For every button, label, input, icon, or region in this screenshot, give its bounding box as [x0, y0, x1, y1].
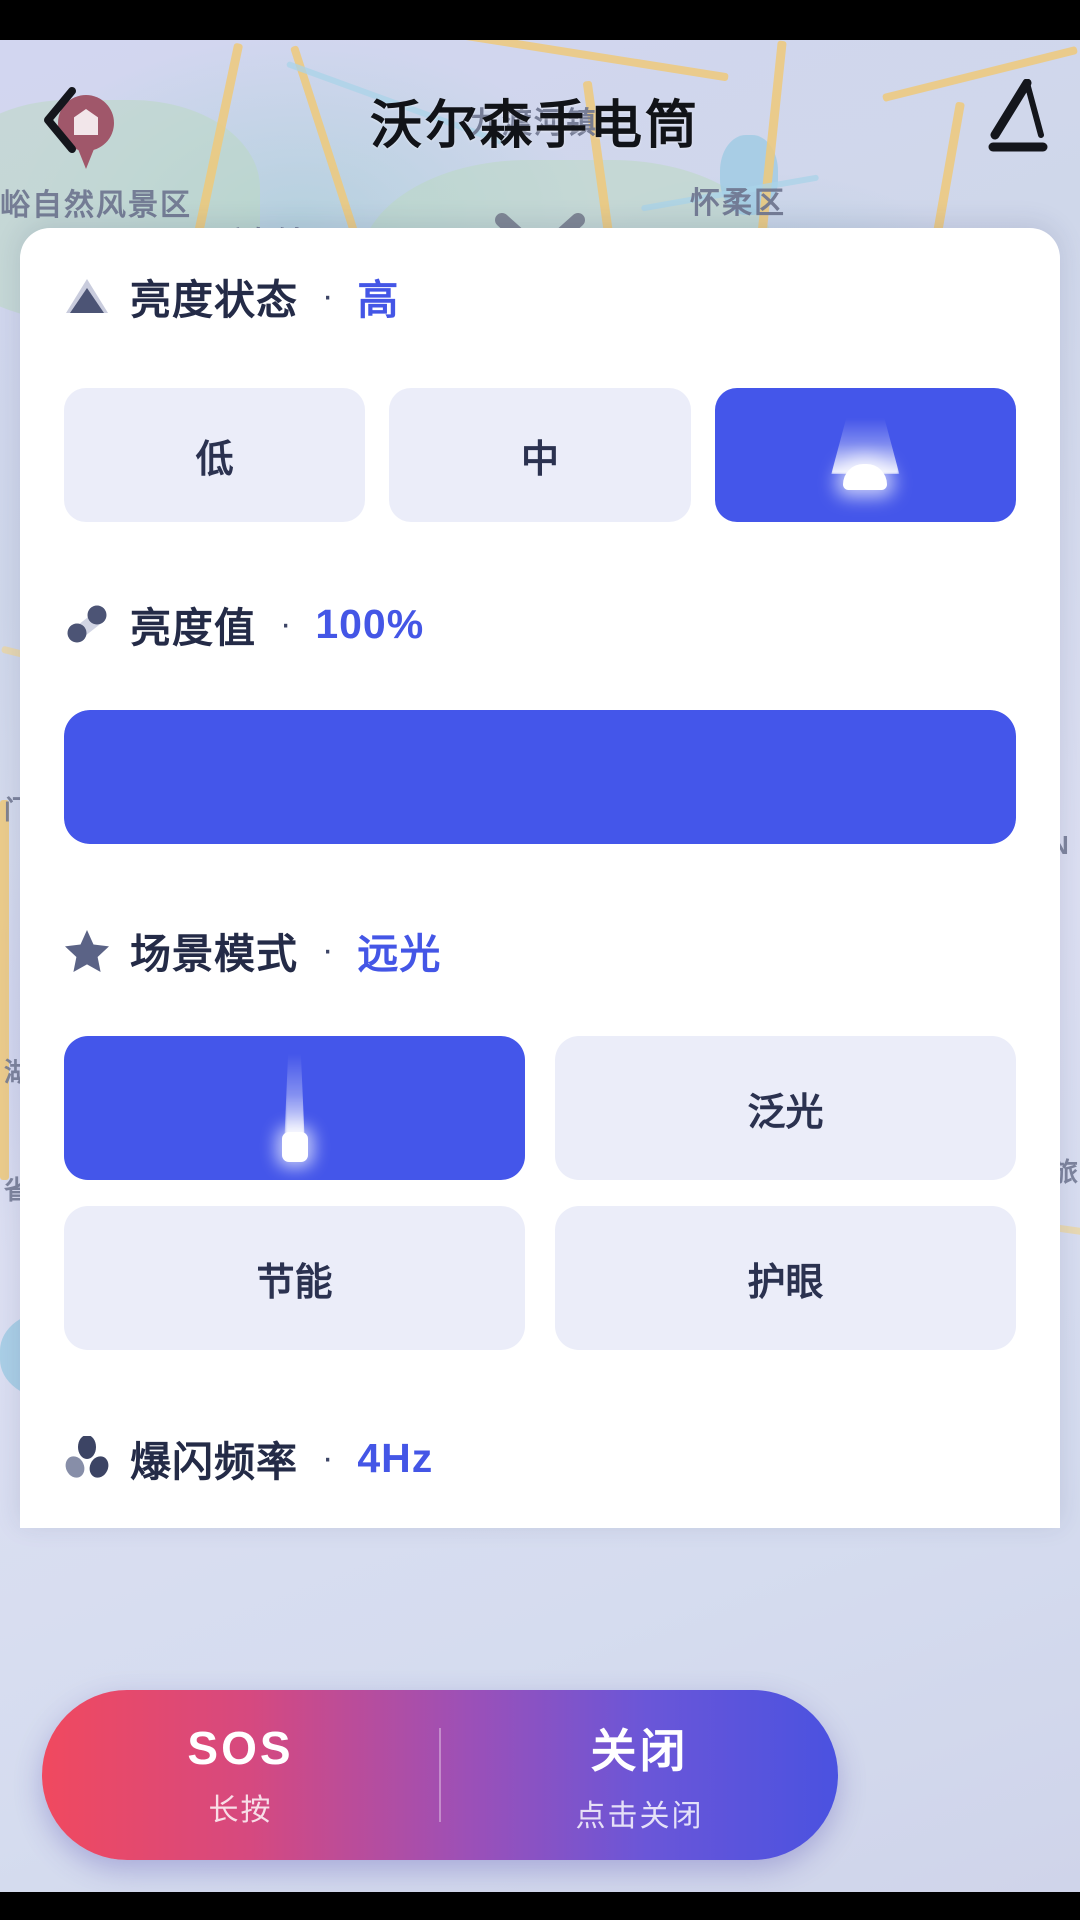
brightness-value-readout: 100%	[315, 600, 425, 647]
scene-option-far-beam[interactable]	[64, 1036, 525, 1180]
brightness-state-label: 亮度状态	[130, 277, 298, 323]
pencil-icon	[977, 78, 1053, 162]
scene-option-eco[interactable]: 节能	[64, 1206, 525, 1350]
scene-mode-value: 远光	[357, 931, 442, 977]
brightness-slider[interactable]	[64, 710, 1016, 844]
power-off-button-hint: 点击关闭	[575, 1800, 704, 1833]
separator-dot: ·	[280, 604, 292, 643]
brightness-value-label: 亮度值	[130, 605, 256, 651]
navigation-bar-bottom	[0, 1892, 1080, 1920]
narrow-beam-icon	[265, 1054, 325, 1162]
brightness-state-options: 低 中	[64, 388, 1016, 522]
slider-handle-icon	[64, 601, 110, 647]
brightness-option-low-label: 低	[195, 438, 234, 481]
action-bar: SOS 长按 关闭 点击关闭	[42, 1690, 838, 1860]
mountain-peak-icon	[64, 273, 110, 319]
scene-option-eco-label: 节能	[256, 1261, 333, 1304]
map-road	[0, 800, 9, 1180]
back-button[interactable]	[0, 40, 120, 200]
sos-button-label: SOS	[187, 1722, 294, 1774]
app-header: 沃尔森手电筒	[0, 40, 1080, 200]
separator-dot: ·	[322, 276, 334, 315]
control-sheet: 亮度状态 · 高 低 中 亮度值 · 100% 场景模式 · 远光 泛光 节能 …	[20, 228, 1060, 1528]
scene-option-flood-label: 泛光	[747, 1091, 824, 1134]
star-icon	[64, 927, 110, 973]
scene-mode-options: 泛光 节能 护眼	[64, 1036, 1016, 1350]
status-bar-top	[0, 0, 1080, 40]
brightness-state-value: 高	[357, 277, 400, 323]
page-title: 沃尔森手电筒	[369, 96, 700, 155]
brightness-option-medium-label: 中	[520, 438, 559, 481]
scene-option-eye-care-label: 护眼	[747, 1261, 824, 1304]
sos-button[interactable]: SOS 长按	[42, 1690, 439, 1860]
scene-option-flood[interactable]: 泛光	[555, 1036, 1016, 1180]
scene-mode-header: 场景模式 · 远光	[64, 920, 1016, 980]
scene-mode-label: 场景模式	[130, 931, 298, 977]
strobe-frequency-value: 4Hz	[357, 1434, 434, 1481]
brightness-option-low[interactable]: 低	[64, 388, 366, 522]
power-off-button-label: 关闭	[590, 1725, 689, 1777]
chevron-left-icon	[36, 85, 84, 155]
power-off-button[interactable]: 关闭 点击关闭	[441, 1690, 838, 1860]
brightness-option-medium[interactable]: 中	[389, 388, 691, 522]
edit-button[interactable]	[950, 40, 1080, 200]
brightness-option-high[interactable]	[714, 388, 1016, 522]
light-glow-icon	[821, 418, 909, 492]
strobe-frequency-label: 爆闪频率	[130, 1439, 298, 1485]
sos-button-hint: 长按	[208, 1794, 273, 1827]
brightness-state-header: 亮度状态 · 高	[64, 266, 1016, 326]
separator-dot: ·	[322, 1438, 334, 1477]
scene-option-eye-care[interactable]: 护眼	[555, 1206, 1016, 1350]
brightness-slider-fill	[64, 710, 1016, 844]
brightness-value-header: 亮度值 · 100%	[64, 594, 1016, 654]
strobe-frequency-header: 爆闪频率 · 4Hz	[64, 1428, 1016, 1488]
strobe-dots-icon	[64, 1435, 110, 1481]
separator-dot: ·	[322, 930, 334, 969]
